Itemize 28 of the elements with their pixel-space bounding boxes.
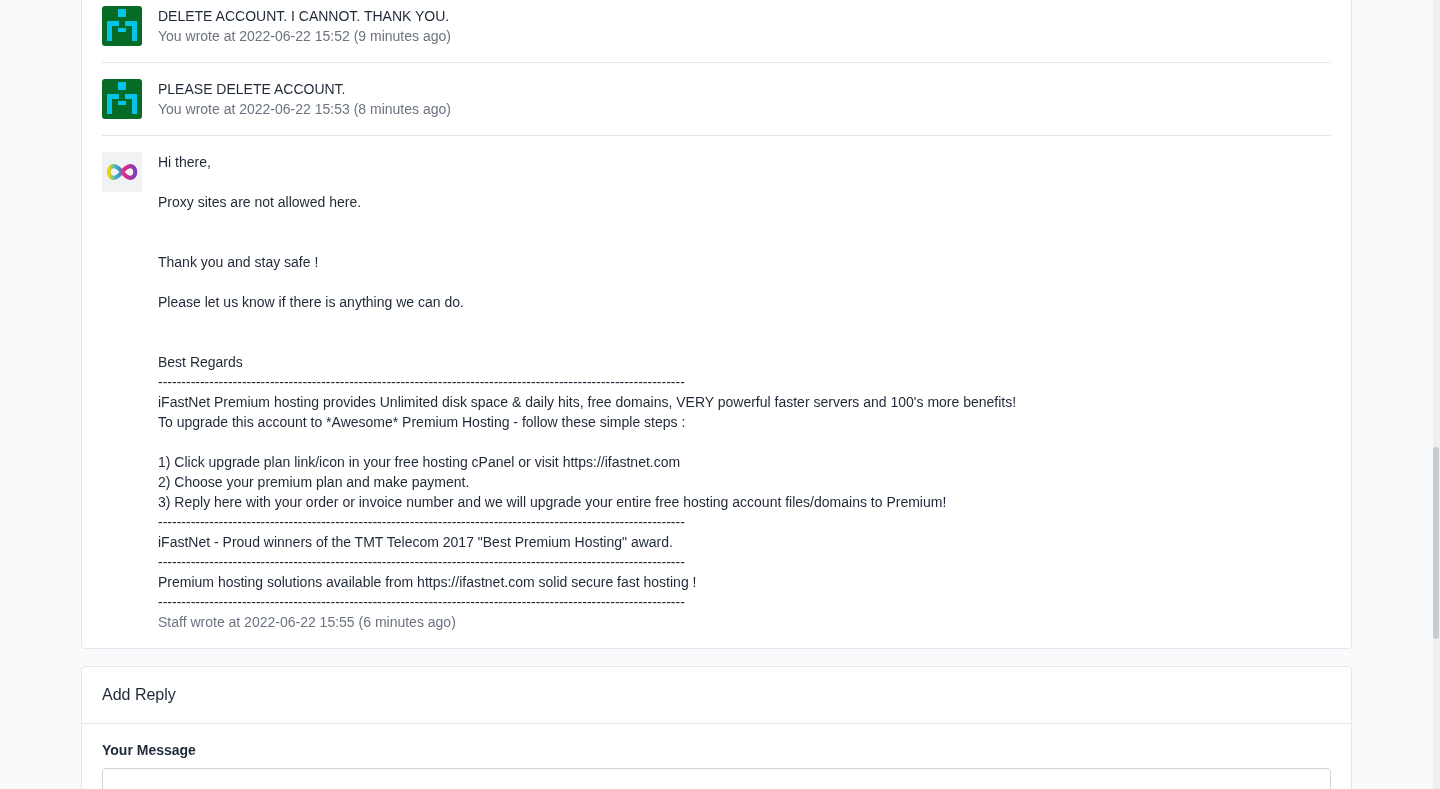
message-text: Hi there, bbox=[158, 153, 212, 172]
infinity-logo-icon bbox=[102, 152, 142, 192]
message-text: ----------------------------------------------------------------------------------------------------------------- bbox=[158, 593, 686, 612]
avatar-icon bbox=[102, 6, 142, 46]
message-text: Please let us know if there is anything we can do. bbox=[158, 293, 465, 312]
message-text: Proxy sites are not allowed here. bbox=[158, 193, 363, 212]
message-text: 2) Choose your premium plan and make payment. bbox=[158, 473, 471, 492]
message-text: Thank you and stay safe ! bbox=[158, 253, 320, 272]
avatar-icon bbox=[102, 79, 142, 119]
message-text: Premium hosting solutions available from https://ifastnet.com solid secure fast hosting ! bbox=[158, 573, 698, 592]
message-meta: Staff wrote at 2022-06-22 15:55 (6 minutes ago) bbox=[158, 613, 457, 632]
message-text: iFastNet Premium hosting provides Unlimited disk space & daily hits, free domains, VERY powerful faster servers and 100's more benefits! bbox=[158, 393, 1018, 412]
message-meta: You wrote at 2022-06-22 15:52 (9 minutes ago) bbox=[158, 27, 452, 46]
field-label: Your Message bbox=[102, 742, 197, 758]
message-text: iFastNet - Proud winners of the TMT Telecom 2017 "Best Premium Hosting" award. bbox=[158, 533, 674, 552]
message-text: 3) Reply here with your order or invoice number and we will upgrade your entire free hosting account files/domains to Premium! bbox=[158, 493, 948, 512]
message-meta: You wrote at 2022-06-22 15:53 (8 minutes ago) bbox=[158, 100, 452, 119]
message-text: To upgrade this account to *Awesome* Premium Hosting - follow these simple steps : bbox=[158, 413, 687, 432]
card-title: Add Reply bbox=[102, 686, 176, 703]
message-text: Best Regards bbox=[158, 353, 244, 372]
message-text: ----------------------------------------------------------------------------------------------------------------- bbox=[158, 553, 686, 572]
message-text: ----------------------------------------------------------------------------------------------------------------- bbox=[158, 513, 686, 532]
scrollbar-thumb[interactable] bbox=[1433, 447, 1439, 639]
message-text: DELETE ACCOUNT. I CANNOT. THANK YOU. bbox=[158, 7, 451, 26]
message-text: PLEASE DELETE ACCOUNT. bbox=[158, 80, 347, 99]
message-text: ----------------------------------------------------------------------------------------------------------------- bbox=[158, 373, 686, 392]
message-text: 1) Click upgrade plan link/icon in your free hosting cPanel or visit https://ifastnet.com bbox=[158, 453, 682, 472]
scrollbar[interactable] bbox=[1433, 0, 1440, 789]
